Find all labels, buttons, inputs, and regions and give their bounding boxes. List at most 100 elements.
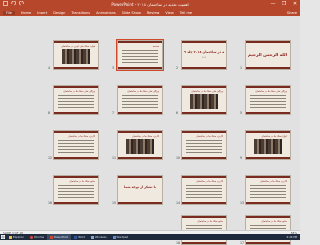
slide-header-band	[246, 176, 290, 178]
slide-thumbnail[interactable]: منابع سنگ ها در ساختمان	[53, 175, 99, 205]
tab-review[interactable]: Review	[147, 11, 160, 15]
slide-number: 7	[112, 111, 115, 115]
slide-subtitle: •••	[201, 56, 207, 59]
tab-home[interactable]: Home	[21, 11, 31, 15]
slide-thumbnail[interactable]: ویژگی های سنگ ها در ساختمان	[181, 85, 227, 115]
slide-number: 4	[48, 66, 51, 70]
slide-header-band	[246, 86, 290, 88]
slide-number: 1	[240, 66, 243, 70]
taskbar-chrome[interactable]: Chrome	[27, 234, 47, 240]
slide-body-text	[58, 185, 94, 200]
word-icon	[74, 235, 78, 239]
tab-slide-show[interactable]: Slide Show	[122, 11, 141, 15]
share-button[interactable]: Share	[287, 11, 297, 15]
tab-view[interactable]: View	[165, 11, 173, 15]
taskbar-word[interactable]: Word	[71, 234, 88, 240]
slide-footer-band	[182, 242, 226, 244]
slide-number: 8	[48, 111, 51, 115]
taskbar-explorer[interactable]: Explorer	[6, 234, 27, 240]
wordpad-icon	[112, 235, 116, 239]
slide-photo	[190, 94, 218, 109]
slide-photo	[254, 139, 282, 154]
slide-title: کاربرد سنگ ها در ساختمان	[196, 180, 223, 183]
slide-sorter: بسم الله الرحمن الرحیم 1 اهمیت تغذیه در سا…	[0, 16, 300, 245]
slide-footer-band	[118, 67, 162, 69]
slide-body-text	[122, 95, 158, 110]
slide-header-band	[182, 86, 226, 88]
slide-thumbnail[interactable]: با تشکر از توجه شما	[117, 175, 163, 205]
slide-footer-band	[54, 157, 98, 159]
slide-body-text	[186, 140, 222, 155]
slide-title: منابع سنگ ها در ساختمان	[197, 220, 223, 223]
slide-thumbnail[interactable]: اهمیت تغذیه در ساختمان ۲۰۱۸ جلد ۹ •••	[181, 40, 227, 70]
slide-footer-band	[246, 157, 290, 159]
slide-number: 6	[176, 111, 179, 115]
tell-me-box[interactable]: Tell me	[180, 11, 192, 15]
slide-big-title: با تشکر از توجه شما	[124, 185, 156, 189]
minimize-button[interactable]: —	[270, 1, 276, 7]
slide-header-band	[118, 131, 162, 133]
close-button[interactable]: ✕	[292, 1, 298, 7]
slide-header-band	[182, 41, 226, 43]
folder-icon	[9, 235, 12, 239]
slide-number: 13	[240, 201, 245, 205]
slide-thumbnail[interactable]: کاربرد سنگ ها در ساختمان	[181, 130, 227, 160]
slide-footer-band	[182, 202, 226, 204]
slide-footer-band	[54, 112, 98, 114]
slide-thumbnail[interactable]: فواید سنگ های آجری در ساختمان	[53, 40, 99, 70]
slide-header-band	[54, 176, 98, 178]
slide-photo	[62, 49, 90, 64]
maximize-button[interactable]: ❐	[281, 1, 287, 7]
tab-transitions[interactable]: Transitions	[71, 11, 90, 15]
slide-footer-band	[54, 202, 98, 204]
slide-number: 18	[176, 241, 181, 245]
tab-animations[interactable]: Animations	[96, 11, 116, 15]
slide-header-band	[182, 176, 226, 178]
slide-header-band	[118, 86, 162, 88]
slide-title: ویژگی های سنگ ها در ساختمان	[255, 90, 287, 93]
slide-number: 14	[176, 201, 181, 205]
taskbar-powerpoint[interactable]: PowerPoint	[47, 234, 72, 240]
ribbon-tabs: File Home Insert Design Transitions Anim…	[0, 9, 300, 16]
slide-thumbnail[interactable]: کاربرد سنگ ها در ساختمان	[245, 175, 291, 205]
slide-thumbnail[interactable]: کاربرد سنگ ها در ساختمان	[117, 130, 163, 160]
slide-header-band	[246, 216, 290, 218]
slide-number: 3	[112, 66, 115, 70]
slide-header-band	[246, 131, 290, 133]
slide-number: 2	[176, 66, 179, 70]
slide-number: 5	[240, 111, 243, 115]
tab-file[interactable]: File	[3, 10, 15, 15]
taskbar: Explorer Chrome PowerPoint Word Windows …	[0, 234, 300, 240]
slide-number: 10	[176, 156, 181, 160]
slide-thumbnail[interactable]: ویژگی های سنگ ها در ساختمان	[245, 85, 291, 115]
taskbar-wordpad[interactable]: Wordpad	[110, 234, 132, 240]
slide-body-text	[122, 50, 158, 65]
slide-header-band	[54, 41, 98, 43]
taskbar-windows[interactable]: Windows	[88, 234, 110, 240]
slide-body-text	[250, 95, 286, 110]
chrome-icon	[29, 235, 33, 239]
slide-thumbnail[interactable]: مقدمه	[116, 39, 164, 71]
slide-title: کاربرد سنگ ها در ساختمان	[68, 135, 95, 138]
slide-thumbnail[interactable]: انواع سنگ ها در ساختمان	[245, 130, 291, 160]
slide-number: 16	[48, 201, 53, 205]
slide-title: کاربرد سنگ ها در ساختمان	[196, 135, 223, 138]
window-icon	[90, 235, 94, 239]
slide-footer-band	[182, 157, 226, 159]
slide-thumbnail[interactable]: بسم الله الرحمن الرحیم	[245, 40, 291, 70]
slide-thumbnail[interactable]: کاربرد سنگ ها در ساختمان	[53, 130, 99, 160]
slide-header-band	[54, 86, 98, 88]
slide-title: مقدمه	[152, 45, 159, 48]
tab-insert[interactable]: Insert	[37, 11, 47, 15]
slide-thumbnail[interactable]: کاربرد سنگ ها در ساختمان	[181, 175, 227, 205]
slide-thumbnail[interactable]: ویژگی های سنگ ها در ساختمان	[53, 85, 99, 115]
slide-title: انواع سنگ ها در ساختمان	[261, 135, 287, 138]
slide-title: فواید سنگ های آجری در ساختمان	[61, 45, 95, 48]
slide-number: 17	[240, 241, 245, 245]
slide-title: ویژگی های سنگ ها در ساختمان	[191, 90, 223, 93]
slide-footer-band	[54, 67, 98, 69]
slide-thumbnail[interactable]: ویژگی های سنگ ها در ساختمان	[117, 85, 163, 115]
slide-footer-band	[182, 112, 226, 114]
window-title: PowerPoint - اهمیت تغذیه در ساختمان ۲۰۱۸	[111, 2, 189, 7]
tab-design[interactable]: Design	[53, 11, 65, 15]
